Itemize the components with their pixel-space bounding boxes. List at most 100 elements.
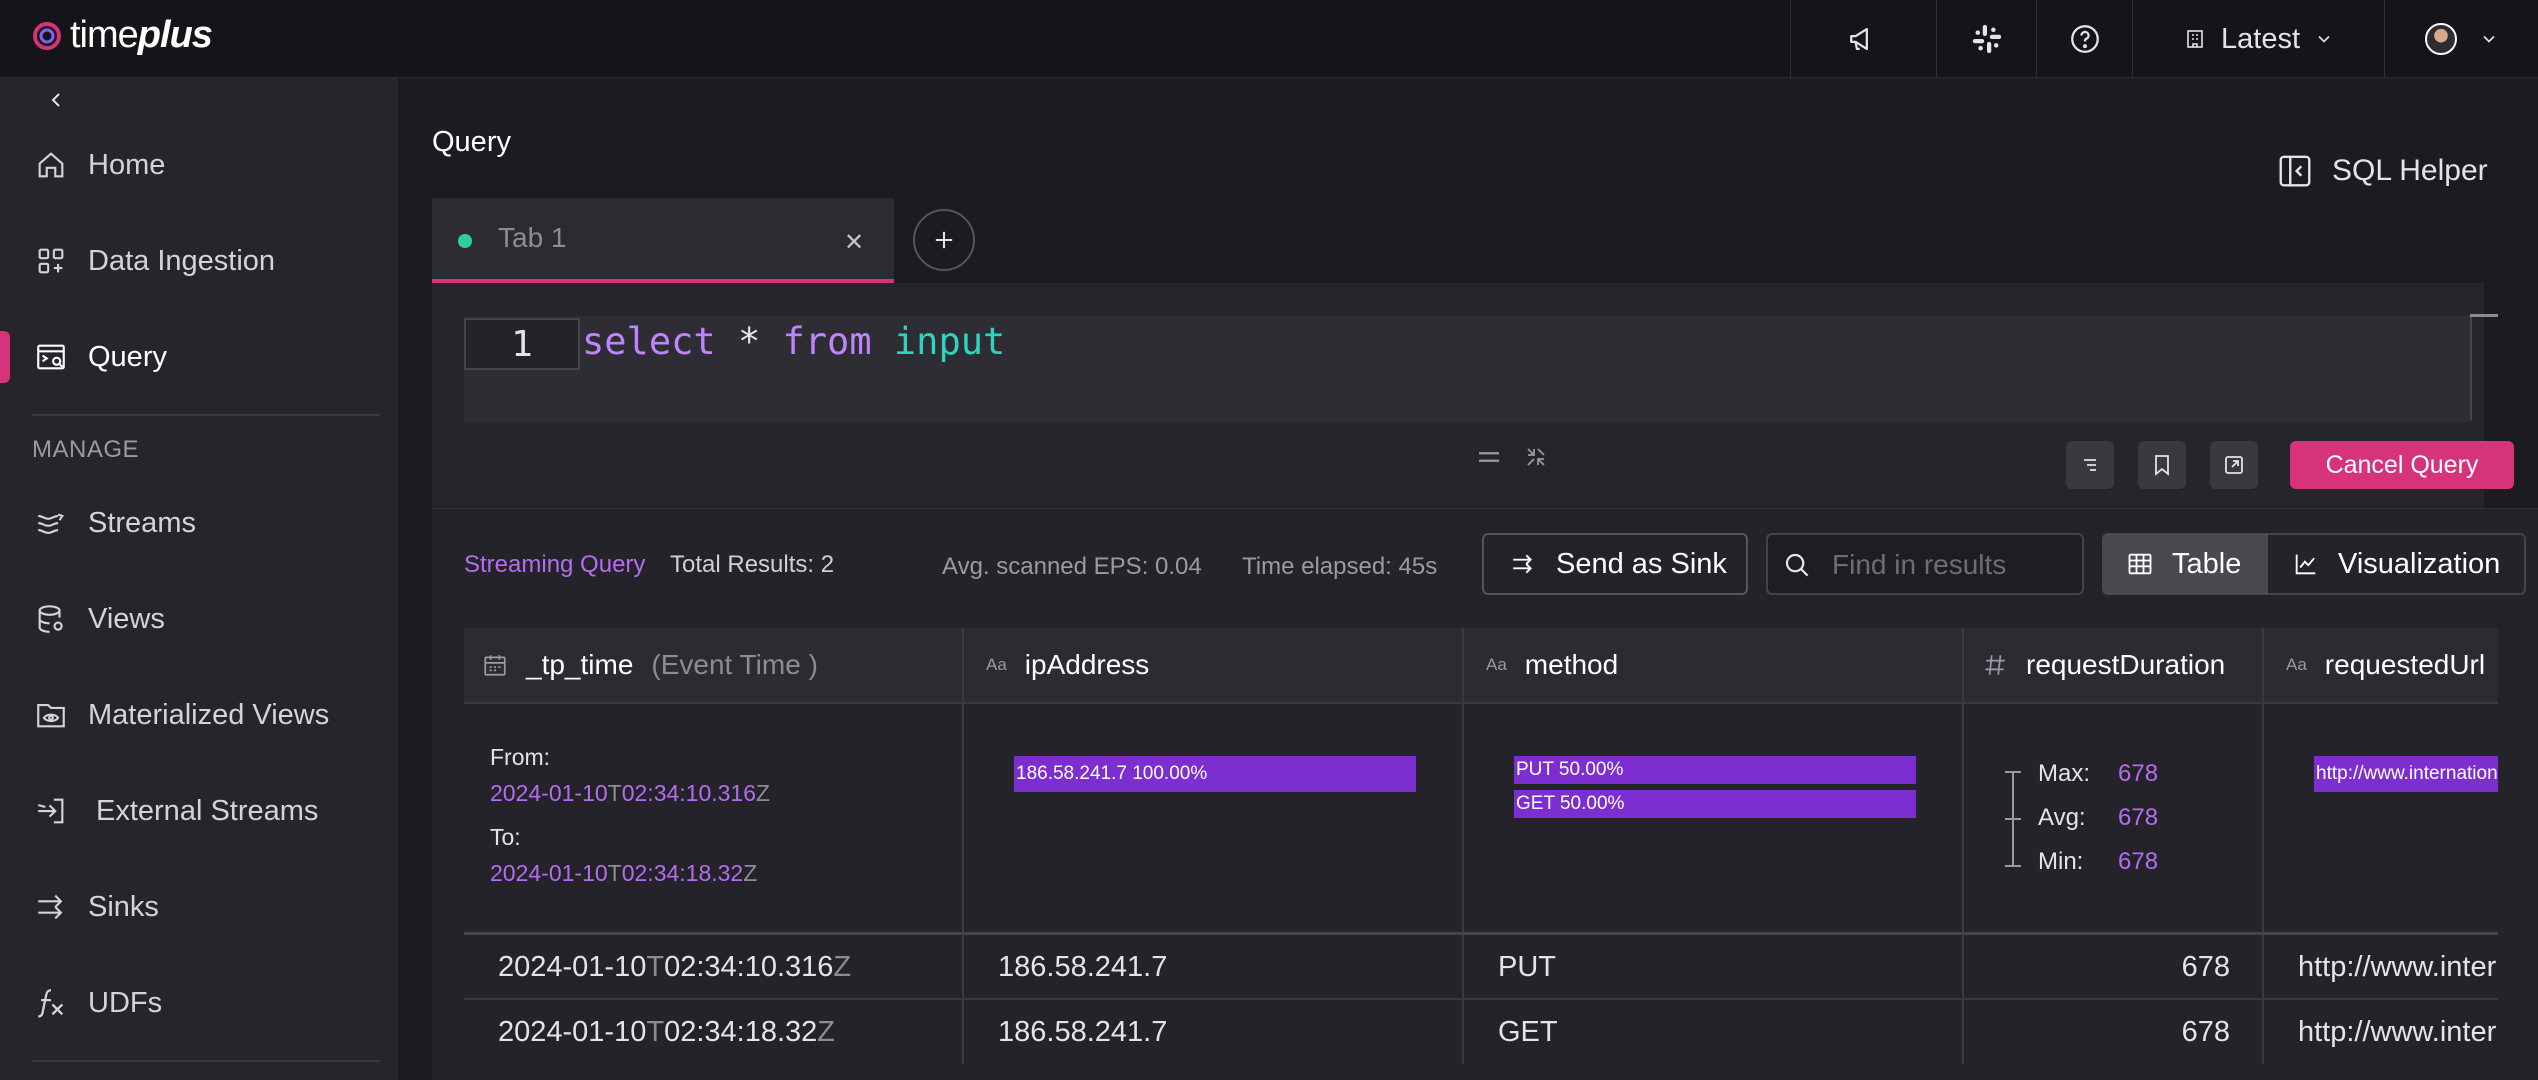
cancel-query-button[interactable]: Cancel Query	[2290, 441, 2514, 489]
editor-resize-controls	[1474, 442, 1548, 472]
cell-method: GET	[1464, 1000, 1964, 1064]
sidebar-item-label: Sinks	[88, 890, 159, 923]
sql-helper-button[interactable]: SQL Helper	[2276, 152, 2488, 190]
timeplus-logo[interactable]: timeplus	[30, 14, 213, 57]
column-name: requestDuration	[2026, 649, 2226, 680]
add-tab-button[interactable]	[913, 209, 975, 271]
sql-code[interactable]: select * from input	[582, 320, 1005, 363]
sidebar-item-materialized-views[interactable]: Materialized Views	[0, 679, 398, 751]
version-selector[interactable]: Latest	[2132, 0, 2384, 78]
tab-1[interactable]: Tab 1 ✕	[432, 198, 894, 283]
sidebar-item-home[interactable]: Home	[0, 129, 398, 201]
column-name: ipAddress	[1024, 649, 1150, 680]
sink-icon	[38, 894, 63, 920]
cell-tp-time: 2024-01-10 T 02:34:18.32 Z	[464, 1000, 964, 1064]
column-header-requested-url[interactable]: Aa requestedUrl	[2264, 628, 2498, 704]
editor-scrollbar-thumb[interactable]	[2470, 314, 2498, 317]
slack-icon	[1972, 24, 2001, 54]
value-distribution-bar: http://www.internationalcompany.com/	[2314, 756, 2498, 792]
sidebar-item-label: Home	[88, 148, 166, 181]
tab-status-dot	[458, 234, 472, 248]
time-elapsed: Time elapsed: 45s	[1242, 553, 1438, 580]
total-results: Total Results: 2	[670, 551, 835, 578]
keyword: select	[582, 320, 716, 363]
home-icon	[38, 152, 64, 178]
help-button[interactable]	[2036, 0, 2132, 78]
bookmark-button[interactable]	[2138, 441, 2186, 489]
editor-scrollbar[interactable]	[2470, 314, 2472, 420]
keyword: from	[782, 320, 872, 363]
function-icon	[38, 989, 64, 1018]
slack-button[interactable]	[1936, 0, 2036, 78]
plus-icon	[935, 231, 953, 249]
sidebar-item-external-streams[interactable]: External Streams	[0, 775, 398, 847]
logo-icon	[33, 21, 61, 50]
send-as-sink-button[interactable]: Send as Sink	[1482, 533, 1748, 595]
min-label: Min:	[2038, 848, 2084, 875]
avg-label: Avg:	[2038, 804, 2086, 831]
close-icon[interactable]: ✕	[844, 228, 864, 257]
to-value: 2024-01-10T02:34:18.32Z	[490, 860, 758, 886]
text-type-icon: Aa	[2286, 655, 2307, 674]
cell-method: PUT	[1464, 935, 1964, 999]
format-button[interactable]	[2066, 441, 2114, 489]
sidebar-item-query[interactable]: Query	[0, 321, 398, 393]
table-row[interactable]: 2024-01-10 T 02:34:18.32 Z 186.58.241.7 GET…	[464, 998, 2498, 1064]
table-row[interactable]: 2024-01-10 T 02:34:10.316 Z 186.58.241.7 PU…	[464, 932, 2498, 999]
user-menu[interactable]	[2384, 0, 2538, 78]
text-type-icon: Aa	[1486, 655, 1507, 674]
chevron-down-icon	[2482, 35, 2495, 43]
column-header-ipaddress[interactable]: Aa ipAddress	[964, 628, 1464, 704]
column-header-method[interactable]: Aa method	[1464, 628, 1964, 704]
search-icon	[1785, 553, 1809, 577]
sidebar-item-label: Query	[88, 340, 167, 373]
results-table: _tp_time (Event Time ) Aa ipAddress Aa m…	[464, 628, 2498, 1064]
sidebar-item-label: Streams	[88, 506, 196, 539]
sidebar-item-views[interactable]: Views	[0, 583, 398, 655]
find-input[interactable]	[1832, 547, 2072, 583]
sidebar-item-streams[interactable]: Streams	[0, 487, 398, 559]
summary-cell-request-duration: Max: 678 Avg: 678 Min: 678	[1964, 704, 2264, 932]
divider	[32, 1060, 380, 1062]
cell-request-duration: 678	[1964, 1000, 2264, 1064]
line-chart-icon	[2295, 554, 2316, 575]
megaphone-icon	[1849, 27, 1868, 51]
to-label: To:	[490, 824, 521, 850]
column-name: requestedUrl	[2324, 649, 2486, 680]
sidebar-item-udfs[interactable]: UDFs	[0, 967, 398, 1039]
collapse-sidebar-icon[interactable]	[44, 88, 68, 112]
cell-ipaddress: 186.58.241.7	[964, 935, 1464, 999]
bookmark-icon	[2155, 455, 2169, 476]
sidebar-item-label: Materialized Views	[88, 698, 330, 731]
cell-ipaddress: 186.58.241.7	[964, 1000, 1464, 1064]
cell-request-duration: 678	[1964, 935, 2264, 999]
column-name: method	[1524, 649, 1619, 680]
sidebar-item-data-ingestion[interactable]: Data Ingestion	[0, 225, 398, 297]
avg-eps: Avg. scanned EPS: 0.04	[942, 553, 1202, 580]
max-label: Max:	[2038, 760, 2091, 787]
logo-text: timeplus	[70, 14, 213, 56]
column-name: _tp_time	[526, 649, 634, 680]
page-title: Query	[432, 126, 511, 158]
table-view-toggle[interactable]: Table	[2102, 533, 2268, 595]
column-header-tp-time[interactable]: _tp_time (Event Time )	[464, 628, 964, 704]
from-value: 2024-01-10T02:34:10.316Z	[490, 780, 771, 806]
open-external-button[interactable]	[2210, 441, 2258, 489]
materialized-view-icon	[37, 704, 65, 728]
min-value: 678	[2118, 848, 2159, 875]
identifier: input	[893, 320, 1006, 363]
table-icon	[2128, 553, 2152, 575]
column-subtitle: (Event Time )	[651, 649, 818, 680]
sidebar-item-label: UDFs	[88, 986, 163, 1019]
column-header-request-duration[interactable]: requestDuration	[1964, 628, 2264, 704]
sink-icon	[1513, 554, 1532, 574]
calendar-icon	[484, 655, 506, 676]
minimize-icon[interactable]	[1524, 445, 1548, 469]
sidebar-item-sinks[interactable]: Sinks	[0, 871, 398, 943]
visualization-view-toggle[interactable]: Visualization	[2268, 533, 2526, 595]
drag-handle-icon[interactable]	[1474, 442, 1504, 472]
database-icon	[38, 605, 63, 633]
chevron-down-icon	[2318, 35, 2330, 43]
announcements-button[interactable]	[1790, 0, 1936, 78]
find-in-results[interactable]	[1766, 533, 2084, 595]
